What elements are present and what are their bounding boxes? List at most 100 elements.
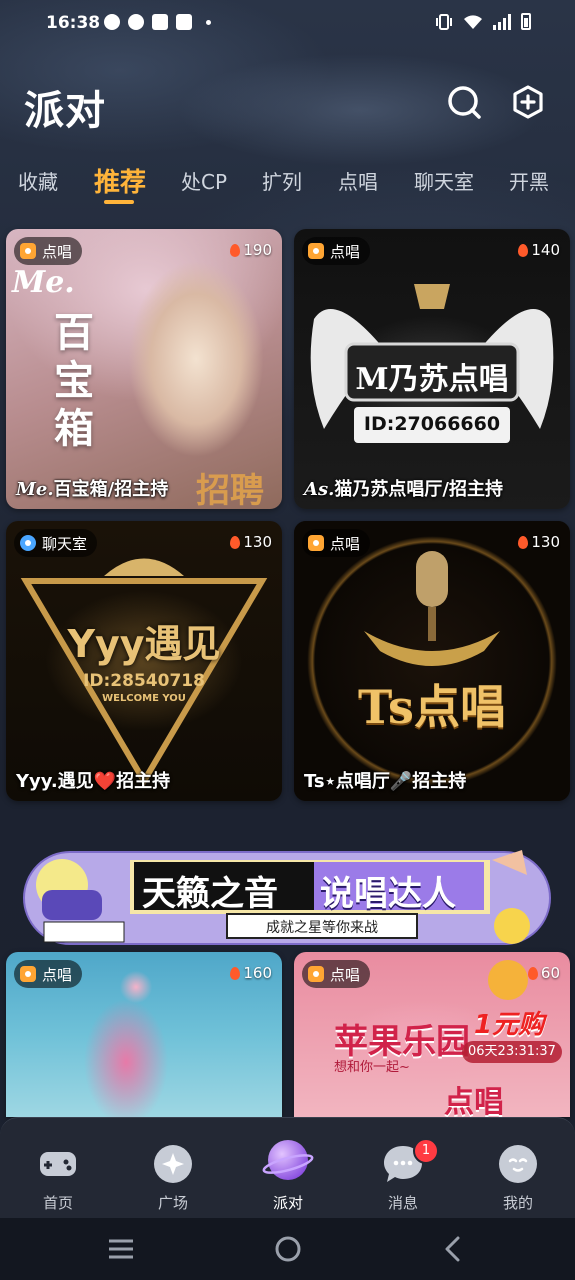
search-icon[interactable] bbox=[446, 84, 482, 120]
tab-favorites[interactable]: 收藏 bbox=[18, 166, 58, 195]
page-title: 派对 bbox=[24, 88, 106, 134]
cover-subtitle-text: WELCOME YOU bbox=[102, 693, 186, 704]
compass-icon bbox=[128, 14, 144, 30]
battery-icon bbox=[521, 13, 531, 30]
tab-cp[interactable]: 处CP bbox=[181, 166, 227, 195]
room-type-label: 点唱 bbox=[330, 242, 361, 261]
heat-value: 60 bbox=[540, 964, 560, 982]
room-name-prefix: Ts bbox=[304, 771, 325, 792]
room-name: Me.百宝箱/招主持 bbox=[16, 475, 168, 501]
room-card[interactable]: Me. 百宝箱 招聘 点唱 190 Me.百宝箱/招主持 bbox=[6, 229, 282, 509]
room-type-tag: 点唱 bbox=[302, 529, 371, 557]
heat-value: 160 bbox=[243, 964, 272, 982]
room-type-tag: 点唱 bbox=[14, 237, 83, 265]
flame-icon bbox=[230, 243, 241, 257]
room-card[interactable]: 点唱 160 bbox=[6, 952, 282, 1117]
active-tab-indicator bbox=[104, 200, 134, 204]
face-icon bbox=[499, 1145, 537, 1183]
cover-id-text: ID:27066660 bbox=[363, 413, 501, 435]
nav-home-label: 首页 bbox=[42, 1194, 73, 1212]
heat-value: 130 bbox=[531, 533, 560, 551]
cover-title-text: Ts点唱 bbox=[358, 680, 506, 734]
planet-icon bbox=[262, 1140, 314, 1180]
cover-subtitle-text: 想和你一起~ bbox=[334, 1060, 410, 1075]
room-type-tag: 点唱 bbox=[14, 960, 83, 988]
heat-value: 140 bbox=[531, 241, 560, 259]
room-name-prefix: Me. bbox=[16, 479, 54, 500]
nav-messages[interactable]: 1 消息 bbox=[353, 1118, 453, 1218]
sing-icon bbox=[20, 966, 36, 982]
room-type-label: 点唱 bbox=[330, 534, 361, 553]
room-heat: 140 bbox=[518, 241, 560, 259]
cover-title-text: M乃苏点唱 bbox=[355, 362, 509, 397]
notification-dot-icon bbox=[206, 19, 211, 25]
event-banner[interactable]: 天籁之音 说唱达人 成就之星等你来战 bbox=[22, 830, 552, 948]
room-card[interactable]: Yyy遇见 ID:28540718 WELCOME YOU 聊天室 130 Yy… bbox=[6, 521, 282, 801]
room-type-label: 点唱 bbox=[42, 965, 73, 984]
home-circle-icon[interactable] bbox=[274, 1235, 302, 1263]
tab-sing[interactable]: 点唱 bbox=[338, 166, 378, 195]
cover-bottom-text: 点唱 bbox=[444, 1085, 504, 1117]
room-name-prefix: As. bbox=[304, 479, 335, 500]
gamepad-icon bbox=[40, 1152, 76, 1176]
nav-profile[interactable]: 我的 bbox=[468, 1118, 568, 1218]
nav-square-label: 广场 bbox=[157, 1194, 188, 1212]
nav-party-label: 派对 bbox=[272, 1194, 303, 1212]
nav-messages-label: 消息 bbox=[387, 1194, 418, 1212]
system-navigation-bar bbox=[0, 1218, 575, 1280]
mail-icon bbox=[176, 14, 192, 30]
cover-title-text: 百宝箱 bbox=[54, 309, 94, 452]
tab-gaming[interactable]: 开黑 bbox=[509, 166, 549, 195]
sing-icon bbox=[308, 535, 324, 551]
room-name-text: 猫乃苏点唱厅/招主持 bbox=[334, 479, 503, 500]
room-type-label: 聊天室 bbox=[42, 534, 88, 553]
room-heat: 130 bbox=[230, 533, 272, 551]
room-name: Ts⋆点唱厅🎤招主持 bbox=[304, 767, 466, 793]
tab-make-friends[interactable]: 扩列 bbox=[262, 166, 302, 195]
cover-id-text: ID:28540718 bbox=[83, 671, 205, 691]
promo-label: 1元购 bbox=[474, 1010, 545, 1040]
flame-icon bbox=[230, 966, 241, 980]
banner-title-right: 说唱达人 bbox=[320, 874, 456, 914]
flame-icon bbox=[230, 535, 241, 549]
room-type-label: 点唱 bbox=[42, 242, 73, 261]
sing-icon bbox=[308, 243, 324, 259]
room-name-text: 遇见❤️招主持 bbox=[57, 771, 171, 792]
promo-countdown: 06天23:31:37 bbox=[462, 1041, 562, 1063]
nav-profile-label: 我的 bbox=[502, 1194, 533, 1212]
bottom-navigation: 首页 广场 派对 1 消息 我的 bbox=[0, 1117, 575, 1218]
flame-icon bbox=[518, 535, 529, 549]
create-room-icon[interactable] bbox=[510, 84, 546, 120]
cover-title-text: Yyy遇见 bbox=[67, 622, 221, 666]
vibrate-icon bbox=[436, 13, 452, 30]
room-name-text: 百宝箱/招主持 bbox=[53, 479, 169, 500]
nav-home[interactable]: 首页 bbox=[8, 1118, 108, 1218]
nav-square[interactable]: 广场 bbox=[123, 1118, 223, 1218]
sing-icon bbox=[308, 966, 324, 982]
room-type-tag: 聊天室 bbox=[14, 529, 98, 557]
cover-extra-text: 招聘 bbox=[196, 471, 264, 509]
back-icon[interactable] bbox=[442, 1236, 462, 1262]
menu-icon[interactable] bbox=[108, 1238, 134, 1260]
banner-subtitle: 成就之星等你来战 bbox=[266, 920, 378, 936]
mail-icon bbox=[152, 14, 168, 30]
nav-party[interactable]: 派对 bbox=[238, 1118, 338, 1218]
room-name-prefix: Yyy. bbox=[16, 771, 58, 792]
heat-value: 130 bbox=[243, 533, 272, 551]
room-heat: 60 bbox=[527, 964, 560, 982]
sparkle-icon bbox=[154, 1145, 192, 1183]
unread-badge: 1 bbox=[413, 1138, 439, 1164]
status-time: 16:38 bbox=[46, 13, 101, 33]
signal-icon bbox=[493, 13, 511, 30]
room-card[interactable]: Ts点唱 点唱 130 Ts⋆点唱厅🎤招主持 bbox=[294, 521, 570, 801]
room-card[interactable]: M乃苏点唱 ID:27066660 点唱 140 As.猫乃苏点唱厅/招主持 bbox=[294, 229, 570, 509]
tab-recommended[interactable]: 推荐 bbox=[94, 162, 146, 199]
category-tabs: 收藏 推荐 处CP 扩列 点唱 聊天室 开黑 bbox=[0, 158, 575, 208]
status-bar: 16:38 bbox=[0, 0, 575, 48]
room-type-tag: 点唱 bbox=[302, 960, 371, 988]
tab-chatroom[interactable]: 聊天室 bbox=[414, 166, 474, 195]
room-heat: 190 bbox=[230, 241, 272, 259]
room-name: Yyy.遇见❤️招主持 bbox=[16, 767, 170, 793]
room-card[interactable]: 苹果乐园 想和你一起~ 点唱 1元购 06天23:31:37 点唱 60 bbox=[294, 952, 570, 1117]
sing-icon bbox=[20, 243, 36, 259]
